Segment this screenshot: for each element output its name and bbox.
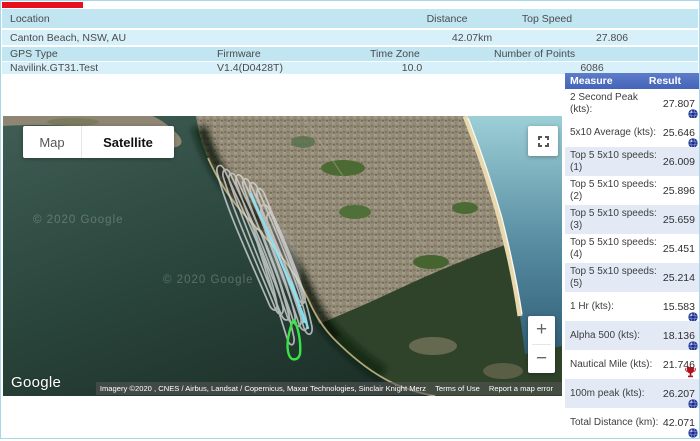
firmware-value: V1.4(D0428T) (217, 62, 283, 74)
measure-value: 18.136 (663, 330, 695, 342)
map-attribution-bar: Imagery ©2020 , CNES / Airbus, Landsat /… (96, 382, 562, 395)
result-row-5x10-average: 5x10 Average (kts): 25.646 (565, 118, 699, 147)
report-map-error-link[interactable]: Report a map error (489, 384, 553, 393)
result-header: Result (649, 75, 699, 87)
distance-value: 42.07km (407, 32, 537, 44)
measure-value: 26.207 (663, 388, 695, 400)
measure-label: 2 Second Peak (kts): (570, 92, 661, 115)
measure-label: Nautical Mile (kts): (570, 359, 661, 371)
number-of-points-label: Number of Points (494, 48, 575, 60)
time-zone-value: 10.0 (347, 62, 477, 74)
measure-header: Measure (565, 75, 649, 87)
measure-label: Alpha 500 (kts): (570, 330, 661, 342)
imagery-credits: Imagery ©2020 , CNES / Airbus, Landsat /… (100, 384, 426, 393)
measure-value: 25.896 (663, 185, 695, 197)
gps-type-value: Navilink.GT31.Test (10, 62, 98, 74)
measure-value: 15.583 (663, 301, 695, 313)
measure-label: Top 5 5x10 speeds: (1) (570, 150, 661, 173)
results-header-row: Measure Result (565, 73, 699, 89)
time-zone-label: Time Zone (370, 48, 420, 60)
info-header-row-1: Location Distance Top Speed (2, 9, 698, 28)
measure-label: 1 Hr (kts): (570, 301, 661, 313)
measure-value: 26.009 (663, 156, 695, 168)
measure-label: Top 5 5x10 speeds: (2) (570, 179, 661, 202)
measure-value: 25.659 (663, 214, 695, 226)
google-watermark: © 2020 Google (163, 274, 254, 286)
map-zoom-control: + − (528, 316, 555, 373)
map-canvas[interactable]: Map Satellite + − © 2020 Google © 2020 G… (3, 116, 562, 396)
gps-type-label: GPS Type (10, 48, 58, 60)
map-type-control: Map Satellite (23, 126, 174, 158)
result-row-top5-1: Top 5 5x10 speeds: (1) 26.009 (565, 147, 699, 176)
globe-icon[interactable] (688, 428, 698, 438)
info-header-row-2: GPS Type Firmware Time Zone Number of Po… (2, 47, 698, 61)
fullscreen-button[interactable] (528, 126, 558, 156)
google-watermark: © 2020 Google (33, 214, 124, 226)
top-speed-label: Top Speed (482, 13, 612, 25)
map-view-button[interactable]: Map (23, 126, 82, 158)
info-value-row-1: Canton Beach, NSW, AU 42.07km 27.806 (2, 30, 698, 45)
satellite-imagery (3, 116, 562, 396)
measure-value: 25.646 (663, 127, 695, 139)
zoom-in-button[interactable]: + (528, 316, 555, 344)
result-row-top5-2: Top 5 5x10 speeds: (2) 25.896 (565, 176, 699, 205)
measure-value: 27.807 (663, 98, 695, 110)
top-speed-value: 27.806 (547, 32, 677, 44)
result-row-top5-3: Top 5 5x10 speeds: (3) 25.659 (565, 205, 699, 234)
result-row-1hr: 1 Hr (kts): 15.583 (565, 292, 699, 321)
measure-label: 100m peak (kts): (570, 388, 661, 400)
result-row-2-second-peak: 2 Second Peak (kts): 27.807 (565, 89, 699, 118)
measure-label: Total Distance (km): (570, 417, 661, 429)
result-row-top5-4: Top 5 5x10 speeds: (4) 25.451 (565, 234, 699, 263)
gps-results-page: { "info_table": { "row1_headers": { "loc… (0, 0, 700, 439)
result-row-total-distance: Total Distance (km): 42.071 (565, 408, 699, 437)
satellite-view-button[interactable]: Satellite (82, 126, 174, 158)
result-row-nautical-mile: Nautical Mile (kts): 21.746 (565, 350, 699, 379)
result-row-100m-peak: 100m peak (kts): 26.207 (565, 379, 699, 408)
fullscreen-icon (537, 135, 550, 148)
terms-of-use-link[interactable]: Terms of Use (435, 384, 480, 393)
zoom-out-button[interactable]: − (528, 345, 555, 373)
trophy-icon[interactable] (685, 366, 696, 378)
measure-label: 5x10 Average (kts): (570, 127, 661, 139)
result-row-top5-5: Top 5 5x10 speeds: (5) 25.214 (565, 263, 699, 292)
measure-label: Top 5 5x10 speeds: (5) (570, 266, 661, 289)
measure-label: Top 5 5x10 speeds: (3) (570, 208, 661, 231)
measure-value: 25.451 (663, 243, 695, 255)
firmware-label: Firmware (217, 48, 261, 60)
loading-bar (2, 2, 83, 8)
location-value: Canton Beach, NSW, AU (10, 32, 126, 44)
measure-value: 25.214 (663, 272, 695, 284)
results-table: Measure Result 2 Second Peak (kts): 27.8… (565, 73, 699, 437)
location-label: Location (10, 13, 50, 25)
result-row-alpha-500: Alpha 500 (kts): 18.136 (565, 321, 699, 350)
measure-label: Top 5 5x10 speeds: (4) (570, 237, 661, 260)
google-logo[interactable]: Google (11, 374, 61, 391)
measure-value: 42.071 (663, 417, 695, 429)
